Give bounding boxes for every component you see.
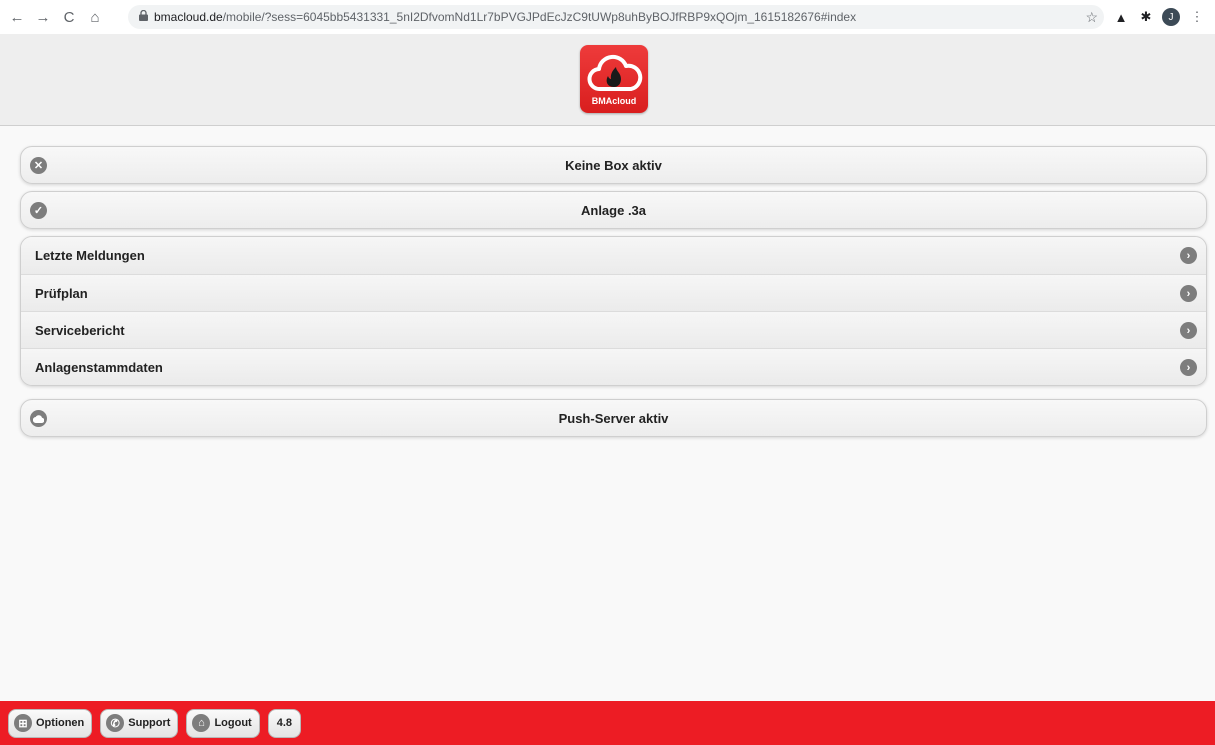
anlage-status-bar[interactable]: ✓ Anlage .3a: [20, 191, 1207, 229]
list-item-label: Letzte Meldungen: [35, 248, 145, 263]
push-server-status-bar[interactable]: Push-Server aktiv: [20, 399, 1207, 437]
box-status-label: Keine Box aktiv: [565, 157, 662, 173]
phone-icon: ✆: [106, 714, 125, 732]
support-button[interactable]: ✆ Support: [100, 708, 179, 738]
forward-icon[interactable]: →: [32, 6, 54, 28]
version-badge[interactable]: 4.8: [267, 708, 302, 738]
close-circle-icon: ✕: [30, 157, 47, 174]
menu-list: Letzte Meldungen › Prüfplan › Serviceber…: [20, 236, 1207, 386]
options-button[interactable]: ⊞ Optionen: [8, 708, 93, 738]
list-item-anlagenstammdaten[interactable]: Anlagenstammdaten ›: [21, 348, 1206, 385]
home-icon[interactable]: ⌂: [84, 6, 106, 28]
support-label: Support: [128, 717, 171, 729]
list-item-servicebericht[interactable]: Servicebericht ›: [21, 311, 1206, 348]
list-item-letzte-meldungen[interactable]: Letzte Meldungen ›: [21, 237, 1206, 274]
home-icon: ⌂: [192, 714, 211, 732]
logout-label: Logout: [214, 717, 252, 729]
box-status-bar[interactable]: ✕ Keine Box aktiv: [20, 146, 1207, 184]
profile-avatar[interactable]: J: [1162, 8, 1180, 26]
extension-drive-icon[interactable]: ▲: [1112, 8, 1130, 26]
logout-button[interactable]: ⌂ Logout: [186, 708, 260, 738]
list-item-label: Anlagenstammdaten: [35, 359, 163, 375]
lock-icon: [136, 9, 150, 24]
address-bar[interactable]: bmacloud.de/mobile/?sess=6045bb5431331_5…: [128, 5, 1104, 29]
chevron-right-icon: ›: [1180, 322, 1197, 339]
bmacloud-logo[interactable]: BMAcloud: [580, 45, 648, 113]
chevron-right-icon: ›: [1180, 359, 1197, 376]
browser-toolbar: ← → C ⌂ bmacloud.de/mobile/?sess=6045bb5…: [0, 0, 1215, 34]
chevron-right-icon: ›: [1180, 285, 1197, 302]
extensions-puzzle-icon[interactable]: ✱: [1137, 8, 1155, 26]
app-header: BMAcloud: [0, 34, 1215, 126]
chevron-right-icon: ›: [1180, 247, 1197, 264]
footer-bar: ⊞ Optionen ✆ Support ⌂ Logout 4.8: [0, 701, 1215, 745]
url-host: bmacloud.de: [154, 10, 223, 24]
version-label: 4.8: [276, 717, 293, 729]
anlage-status-label: Anlage .3a: [580, 202, 647, 218]
grid-icon: ⊞: [14, 714, 32, 732]
cloud-flame-icon: [587, 54, 643, 91]
main-content: ✕ Keine Box aktiv ✓ Anlage .3a Letzte Me…: [20, 146, 1207, 444]
logo-text: BMAcloud: [591, 96, 637, 106]
options-label: Optionen: [36, 717, 85, 729]
reload-icon[interactable]: C: [58, 6, 80, 28]
url-text: bmacloud.de/mobile/?sess=6045bb5431331_5…: [154, 10, 856, 24]
url-path: /mobile/?sess=6045bb5431331_5nI2DfvomNd1…: [222, 10, 857, 24]
list-item-label: Prüfplan: [35, 285, 88, 301]
back-icon[interactable]: ←: [6, 6, 28, 28]
cloud-icon: [30, 410, 47, 427]
bookmark-star-icon[interactable]: ☆: [1085, 9, 1098, 26]
check-circle-icon: ✓: [30, 202, 47, 219]
list-item-pruefplan[interactable]: Prüfplan ›: [21, 274, 1206, 311]
push-server-label: Push-Server aktiv: [558, 410, 669, 426]
list-item-label: Servicebericht: [35, 322, 125, 338]
browser-menu-icon[interactable]: ⋮: [1188, 8, 1206, 26]
